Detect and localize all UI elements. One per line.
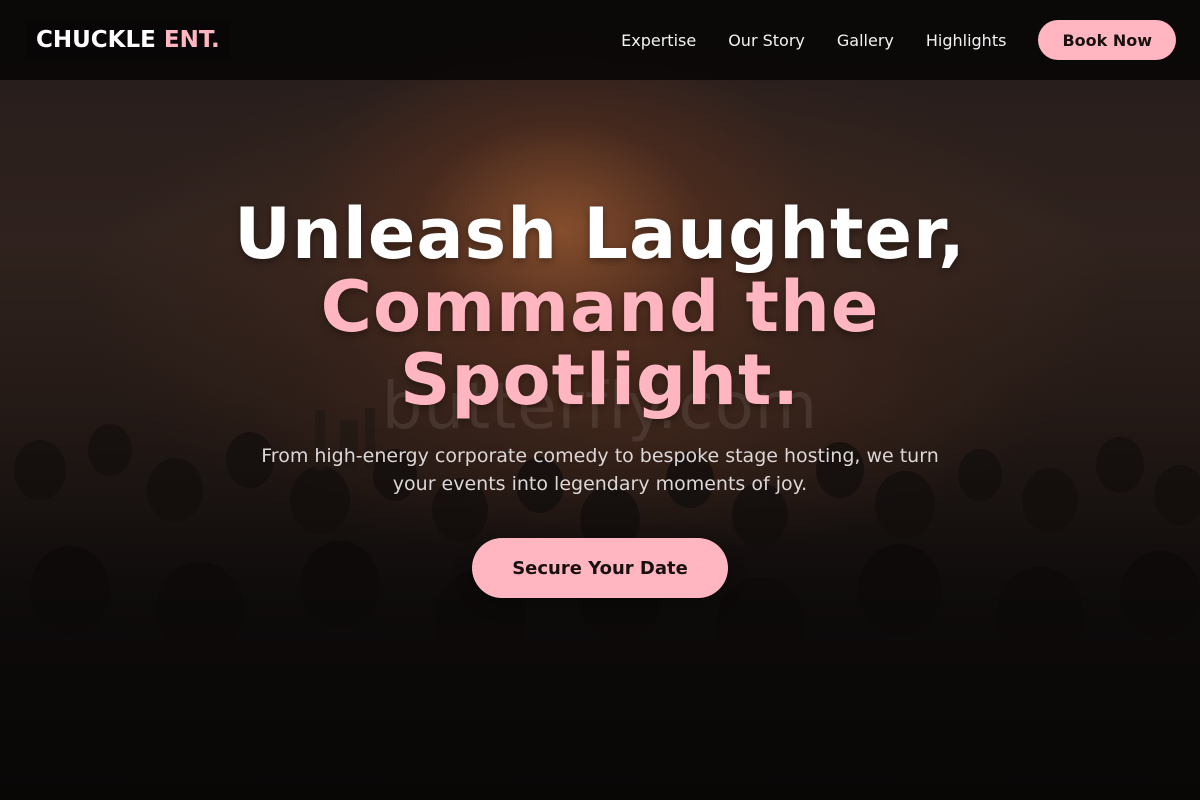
page: butterfly.com CHUCKLE ENT. Expertise Our… bbox=[0, 0, 1200, 800]
headline-line-2: Command the bbox=[320, 266, 880, 348]
book-now-button[interactable]: Book Now bbox=[1038, 20, 1176, 60]
brand-name-main: CHUCKLE bbox=[36, 27, 156, 53]
headline-line-1: Unleash Laughter, bbox=[234, 193, 966, 275]
hero-headline: Unleash Laughter, Command the Spotlight. bbox=[0, 198, 1200, 417]
nav-link-gallery[interactable]: Gallery bbox=[837, 31, 894, 50]
nav-menu: Expertise Our Story Gallery Highlights B… bbox=[621, 20, 1176, 60]
headline-line-3: Spotlight. bbox=[399, 339, 801, 421]
brand-logo[interactable]: CHUCKLE ENT. bbox=[26, 21, 230, 59]
hero-section: Unleash Laughter, Command the Spotlight.… bbox=[0, 198, 1200, 598]
nav-link-expertise[interactable]: Expertise bbox=[621, 31, 696, 50]
brand-name-accent: ENT. bbox=[163, 27, 220, 53]
nav-link-our-story[interactable]: Our Story bbox=[728, 31, 805, 50]
hero-subtext: From high-energy corporate comedy to bes… bbox=[261, 445, 939, 495]
top-navigation-bar: CHUCKLE ENT. Expertise Our Story Gallery… bbox=[0, 0, 1200, 80]
secure-your-date-button[interactable]: Secure Your Date bbox=[472, 538, 728, 598]
nav-link-highlights[interactable]: Highlights bbox=[926, 31, 1007, 50]
